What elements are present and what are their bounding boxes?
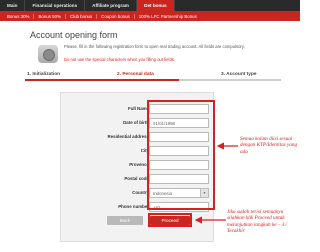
annotation-fields-note: Semua kolom diisi sesuai dengan KTP/Iden… bbox=[240, 136, 298, 155]
annotation-proceed-note: Jika sudah terisi semuanya silahkan klik… bbox=[227, 209, 288, 235]
